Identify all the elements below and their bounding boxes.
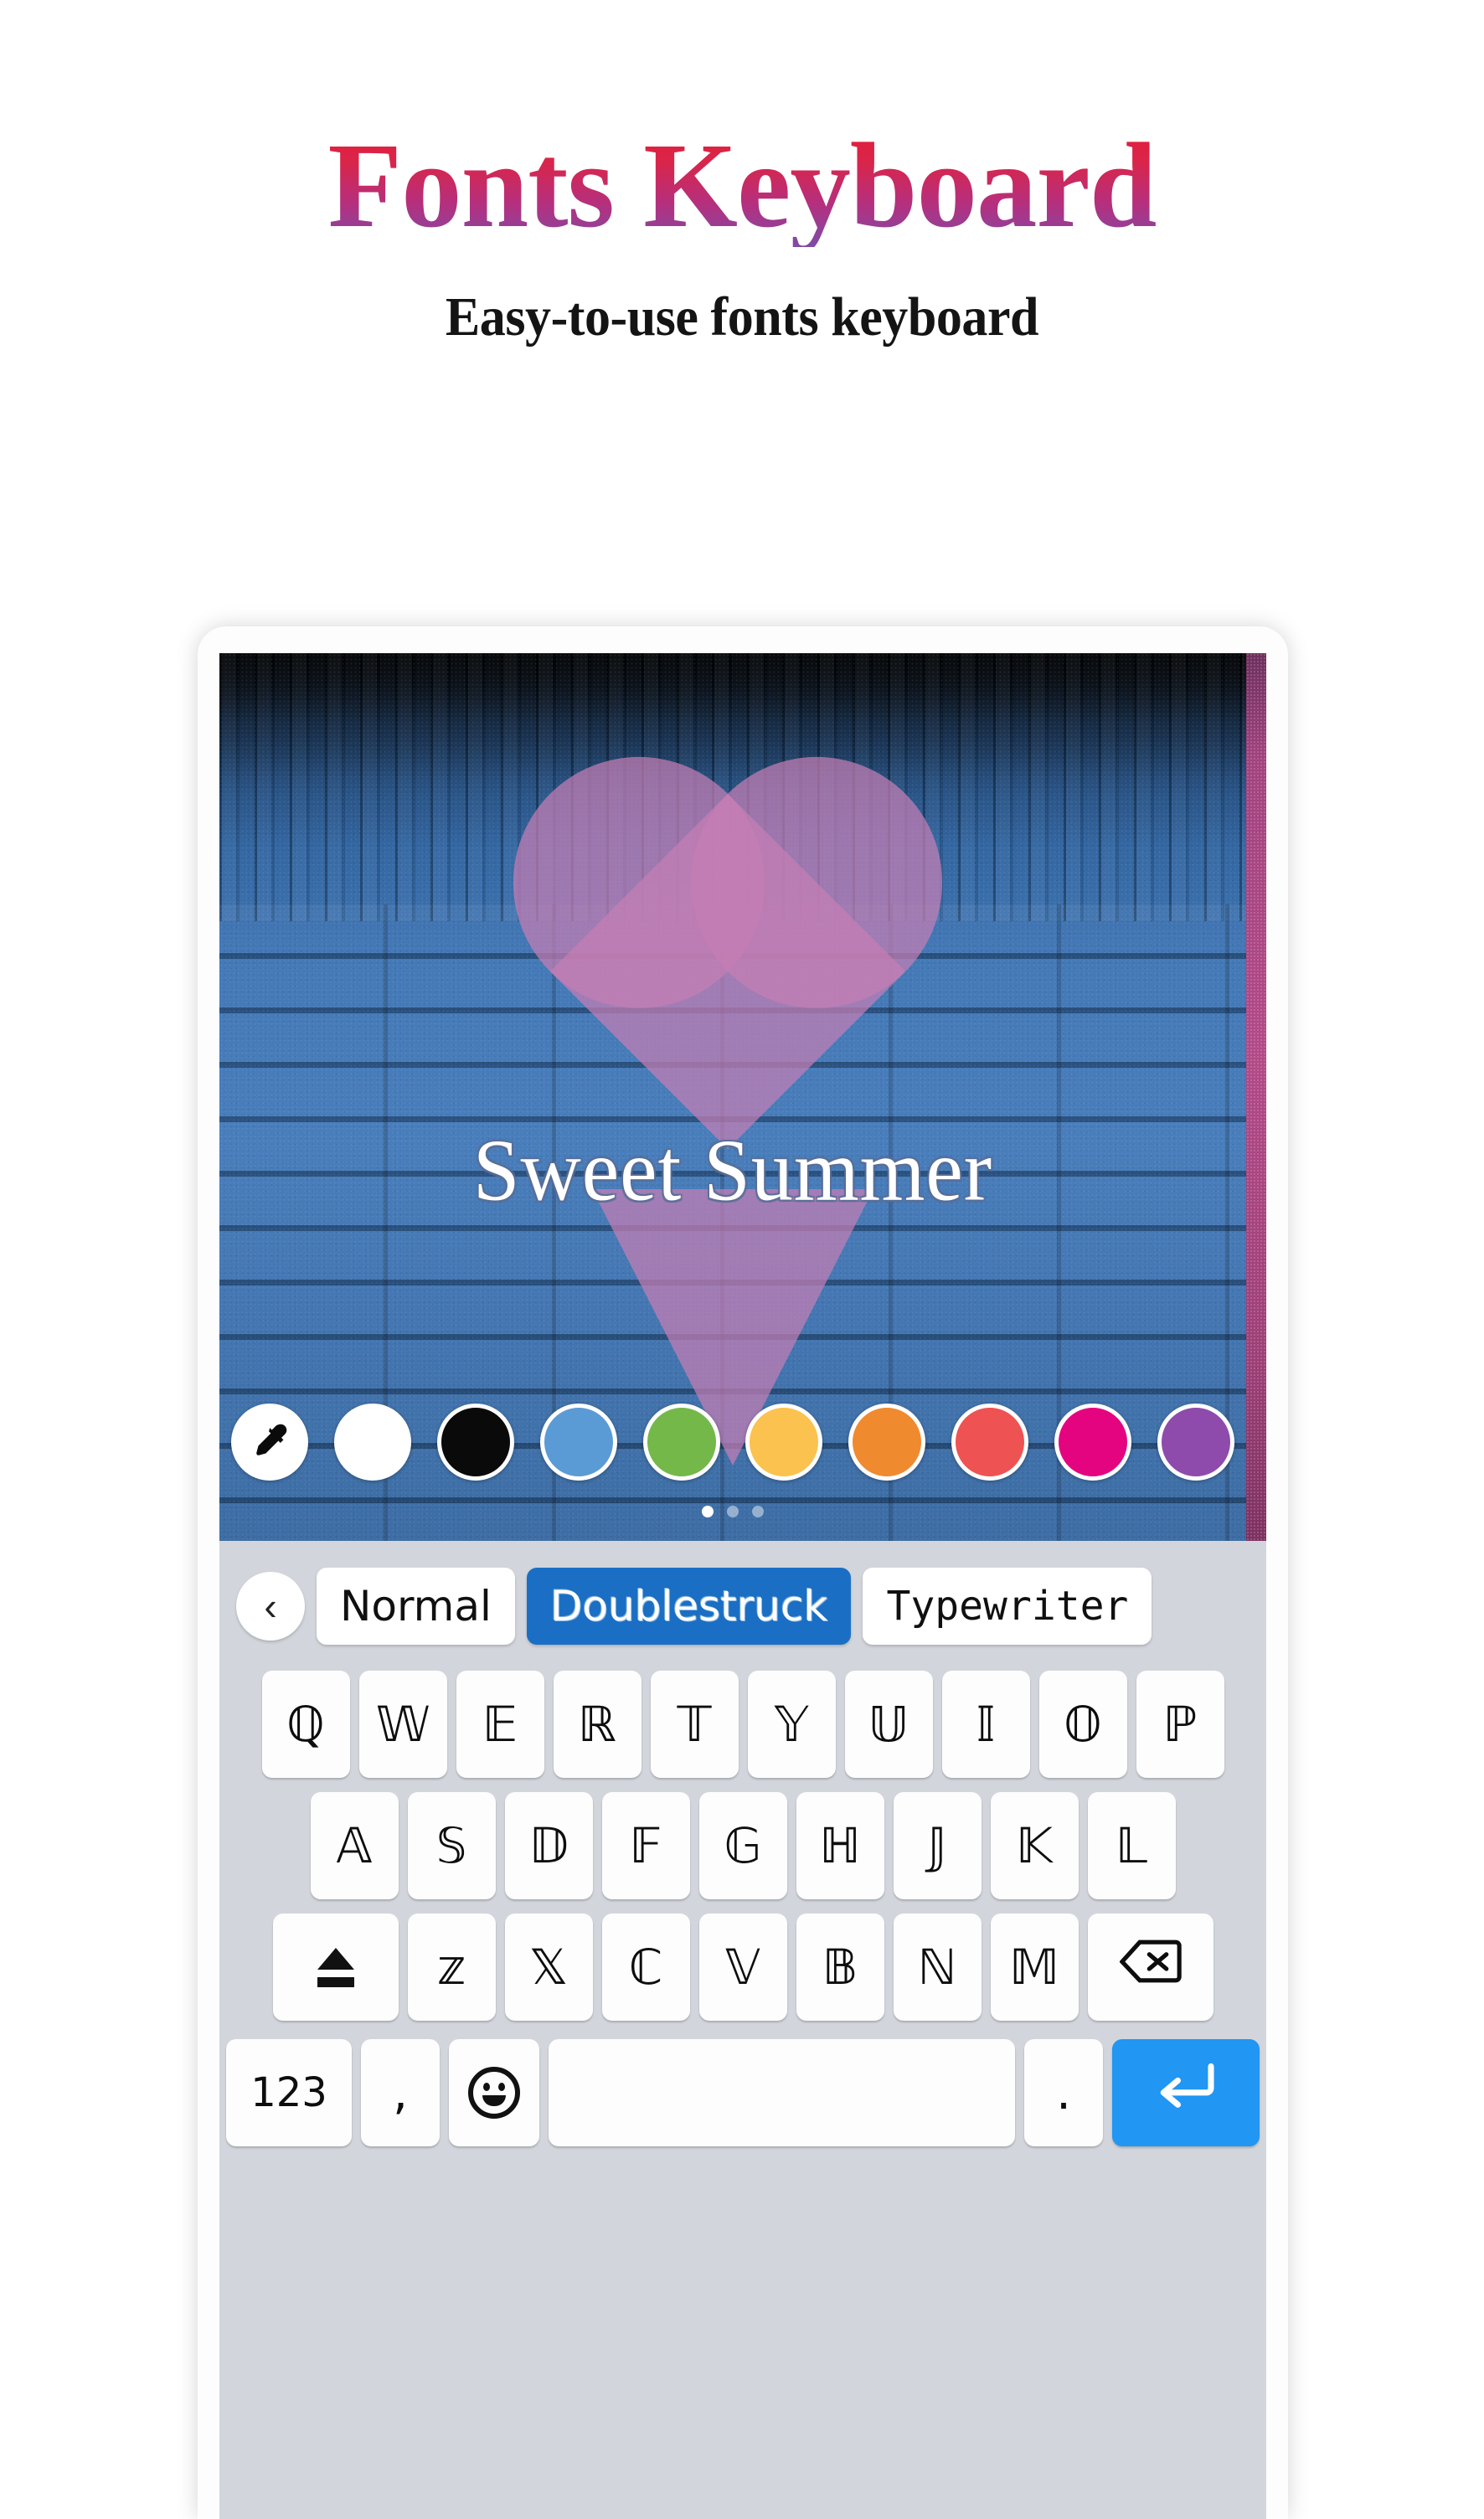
page-title: Fonts Keyboard [327, 119, 1157, 253]
color-palette[interactable] [219, 1404, 1246, 1481]
phone-screen: Sweet Summer ‹ Normal Doublestruck Typew… [219, 653, 1266, 2519]
keyboard: ‹ Normal Doublestruck Typewriter ℚ 𝕎 𝔼 ℝ… [219, 1541, 1266, 2519]
font-bar-back-button[interactable]: ‹ [236, 1572, 305, 1641]
key-r[interactable]: ℝ [553, 1671, 642, 1778]
image-canvas[interactable]: Sweet Summer [219, 653, 1266, 1541]
font-chip-typewriter[interactable]: Typewriter [863, 1568, 1152, 1645]
key-b[interactable]: 𝔹 [796, 1914, 884, 2021]
smiley-face-icon [468, 2067, 520, 2119]
swatch-white[interactable] [333, 1404, 411, 1481]
key-d[interactable]: 𝔻 [504, 1792, 593, 1899]
phone-frame: Sweet Summer ‹ Normal Doublestruck Typew… [198, 626, 1288, 2519]
key-f[interactable]: 𝔽 [601, 1792, 690, 1899]
enter-arrow-icon [1155, 2062, 1217, 2125]
key-j[interactable]: 𝕁 [893, 1792, 982, 1899]
swatch-purple[interactable] [1157, 1404, 1234, 1481]
promo-header: Fonts Keyboard Easy-to-use fonts keyboar… [0, 0, 1484, 349]
backspace-icon [1118, 1939, 1182, 1996]
key-p[interactable]: ℙ [1136, 1671, 1224, 1778]
keyboard-row-2: 𝔸 𝕊 𝔻 𝔽 𝔾 ℍ 𝕁 𝕂 𝕃 [219, 1792, 1266, 1899]
key-o[interactable]: 𝕆 [1038, 1671, 1127, 1778]
key-g[interactable]: 𝔾 [698, 1792, 787, 1899]
keyboard-row-4: 123 , . [219, 2039, 1266, 2146]
key-v[interactable]: 𝕍 [698, 1914, 787, 2021]
swatch-magenta[interactable] [1054, 1404, 1131, 1481]
swatch-blue[interactable] [539, 1404, 617, 1481]
page-subtitle: Easy-to-use fonts keyboard [445, 286, 1039, 348]
canvas-text-overlay[interactable]: Sweet Summer [219, 1120, 1246, 1221]
key-e[interactable]: 𝔼 [456, 1671, 544, 1778]
swatch-black[interactable] [436, 1404, 514, 1481]
key-a[interactable]: 𝔸 [310, 1792, 399, 1899]
page-dot-2[interactable] [727, 1506, 739, 1517]
font-chip-doublestruck[interactable]: Doublestruck [526, 1568, 852, 1645]
page-dot-1[interactable] [702, 1506, 714, 1517]
eyedropper-icon [245, 1418, 294, 1466]
key-h[interactable]: ℍ [796, 1792, 884, 1899]
comma-key[interactable]: , [361, 2039, 440, 2146]
swatch-green[interactable] [642, 1404, 720, 1481]
swatch-yellow[interactable] [745, 1404, 823, 1481]
shift-arrow-icon [317, 1947, 354, 1987]
key-k[interactable]: 𝕂 [990, 1792, 1079, 1899]
wall-right-edge [1246, 653, 1266, 1541]
key-t[interactable]: 𝕋 [650, 1671, 739, 1778]
key-i[interactable]: 𝕀 [941, 1671, 1030, 1778]
key-q[interactable]: ℚ [261, 1671, 350, 1778]
enter-key[interactable] [1112, 2039, 1260, 2146]
chevron-left-icon: ‹ [264, 1584, 277, 1628]
page-dot-3[interactable] [752, 1506, 764, 1517]
key-z[interactable]: 𝕫 [407, 1914, 496, 2021]
emoji-key[interactable] [449, 2039, 539, 2146]
key-c[interactable]: ℂ [601, 1914, 690, 2021]
phone-mockup: Sweet Summer ‹ Normal Doublestruck Typew… [198, 626, 1288, 2519]
key-y[interactable]: 𝕐 [747, 1671, 836, 1778]
backspace-key[interactable] [1087, 1914, 1213, 2021]
swatch-orange[interactable] [848, 1404, 926, 1481]
key-s[interactable]: 𝕊 [407, 1792, 496, 1899]
key-m[interactable]: 𝕄 [990, 1914, 1079, 2021]
font-chip-normal[interactable]: Normal [317, 1568, 515, 1645]
color-picker-button[interactable] [231, 1404, 308, 1481]
keyboard-row-1: ℚ 𝕎 𝔼 ℝ 𝕋 𝕐 𝕌 𝕀 𝕆 ℙ [219, 1671, 1266, 1778]
key-n[interactable]: ℕ [893, 1914, 982, 2021]
key-l[interactable]: 𝕃 [1087, 1792, 1176, 1899]
key-w[interactable]: 𝕎 [358, 1671, 447, 1778]
font-style-bar[interactable]: ‹ Normal Doublestruck Typewriter [219, 1553, 1266, 1656]
key-u[interactable]: 𝕌 [844, 1671, 933, 1778]
space-key[interactable] [549, 2039, 1015, 2146]
numbers-key[interactable]: 123 [226, 2039, 352, 2146]
key-x[interactable]: 𝕏 [504, 1914, 593, 2021]
period-key[interactable]: . [1024, 2039, 1103, 2146]
swatch-coral-red[interactable] [951, 1404, 1029, 1481]
keyboard-row-3: 𝕫 𝕏 ℂ 𝕍 𝔹 ℕ 𝕄 [219, 1914, 1266, 2021]
palette-page-indicator[interactable] [219, 1506, 1246, 1517]
shift-key[interactable] [272, 1914, 399, 2021]
